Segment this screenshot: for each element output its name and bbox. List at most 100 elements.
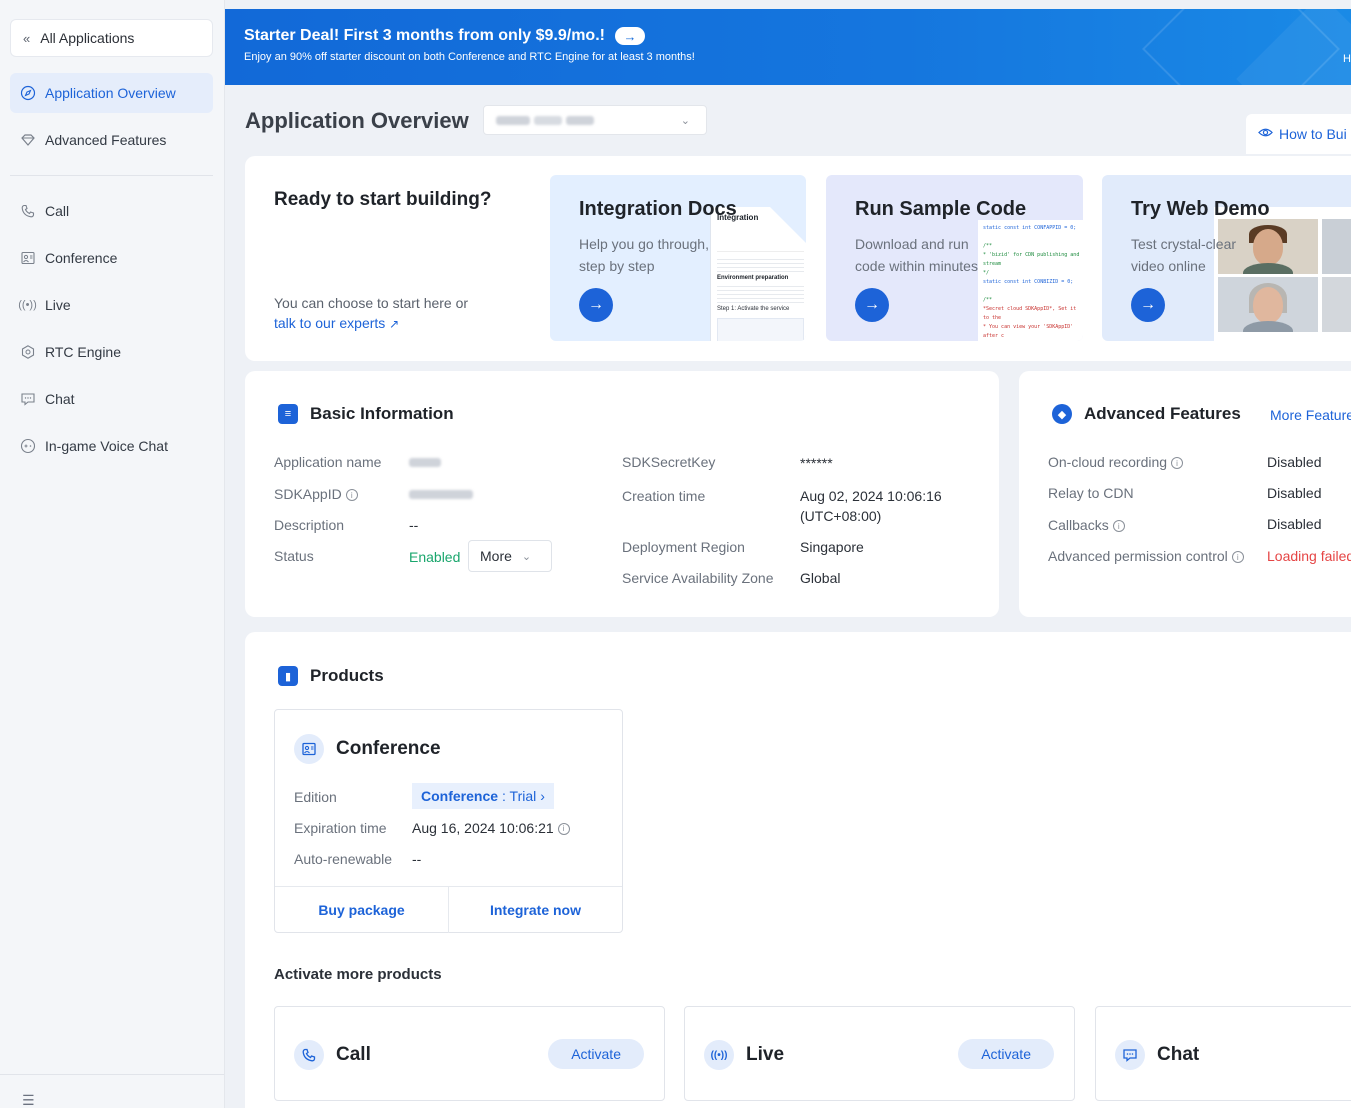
info-icon[interactable]: i	[345, 489, 358, 502]
sidebar-item-advanced-features[interactable]: Advanced Features	[10, 120, 213, 160]
all-applications-button[interactable]: « All Applications	[10, 19, 213, 57]
banner-title-text: Starter Deal! First 3 months from only $…	[244, 27, 605, 44]
info-icon[interactable]: i	[1171, 457, 1184, 470]
try-web-demo-tile[interactable]: Try Web Demo Test crystal-clear video on…	[1102, 175, 1351, 341]
arrow-right-icon[interactable]: →	[579, 288, 613, 322]
chat-icon	[19, 391, 36, 408]
tile-description: Help you go through, step by step	[579, 236, 709, 274]
activate-call-button[interactable]: Activate	[548, 1039, 644, 1069]
advanced-permission-label: Advanced permission control i	[1048, 548, 1244, 564]
product-name: Chat	[1157, 1044, 1200, 1065]
sidebar-item-call[interactable]: Call	[10, 191, 213, 231]
sidebar-item-live[interactable]: ((•)) Live	[10, 285, 213, 325]
doc-preview-subheading: Environment preparation	[717, 275, 789, 281]
sidebar-item-label: Application Overview	[45, 85, 176, 101]
creation-time-label: Creation time	[622, 488, 706, 504]
conference-product-header: Conference	[294, 734, 441, 764]
activate-more-title: Activate more products	[274, 966, 442, 983]
page-fold-decoration	[770, 207, 806, 247]
banner-subtitle: Enjoy an 90% off starter discount on bot…	[244, 51, 695, 63]
creation-time-value: Aug 02, 2024 10:06:16 (UTC+08:00)	[800, 486, 942, 526]
code-line: * You can view your 'SDKAppID' after c	[983, 324, 1074, 339]
more-features-link[interactable]: More Feature	[1270, 407, 1351, 423]
sidebar-item-chat[interactable]: Chat	[10, 379, 213, 419]
promo-banner[interactable]: Starter Deal! First 3 months from only $…	[225, 9, 1351, 85]
tile-title: Try Web Demo	[1131, 198, 1270, 220]
how-to-build-label: How to Bui	[1279, 126, 1347, 142]
edition-tier: : Trial	[502, 788, 537, 804]
status-value: Enabled	[409, 549, 461, 565]
edition-tag[interactable]: Conference : Trial ›	[412, 783, 554, 809]
product-name: Conference	[336, 738, 441, 759]
product-name: Call	[336, 1044, 371, 1065]
sidebar: « All Applications Application Overview …	[0, 0, 225, 1108]
info-icon[interactable]: i	[1112, 520, 1125, 533]
products-header: ▮ Products	[278, 666, 384, 686]
expiration-text: Aug 16, 2024 10:06:21	[412, 820, 554, 836]
arrow-right-icon[interactable]: →	[1131, 288, 1165, 322]
sdksecretkey-label: SDKSecretKey	[622, 454, 716, 470]
sidebar-item-application-overview[interactable]: Application Overview	[10, 73, 213, 113]
info-icon[interactable]: i	[1231, 551, 1244, 564]
callbacks-value: Disabled	[1267, 516, 1322, 532]
auto-renewable-value: --	[412, 851, 422, 867]
creation-time-zone: (UTC+08:00)	[800, 508, 882, 524]
chevron-down-icon: ⌄	[680, 114, 690, 127]
chat-icon	[1115, 1040, 1145, 1070]
arrow-right-icon[interactable]: →	[614, 27, 645, 45]
doc-preview-step: Step 1: Activate the service	[717, 306, 790, 312]
section-title: Basic Information	[310, 404, 454, 423]
sidebar-item-label: Conference	[45, 250, 118, 266]
sidebar-divider	[10, 175, 213, 176]
sidebar-item-label: Call	[45, 203, 70, 219]
status-label: Status	[274, 548, 314, 564]
live-product-card: ((•)) Live Activate	[684, 1006, 1075, 1101]
sidebar-item-in-game-voice-chat[interactable]: In-game Voice Chat	[10, 426, 213, 466]
chat-product-header: Chat	[1115, 1040, 1199, 1070]
run-sample-code-tile[interactable]: static const int CONFAPPID = 0; /** * 'b…	[826, 175, 1083, 341]
chevron-down-icon: ⌄	[521, 550, 532, 563]
products-card: ▮ Products Conference Edition Conference…	[245, 632, 1351, 1108]
info-icon[interactable]: i	[557, 823, 570, 836]
relay-to-cdn-value: Disabled	[1267, 485, 1322, 501]
video-participant	[1322, 219, 1351, 274]
call-product-card: Call Activate	[274, 1006, 665, 1101]
eye-icon	[1258, 125, 1273, 143]
live-product-header: ((•)) Live	[704, 1040, 784, 1070]
live-icon: ((•))	[704, 1040, 734, 1070]
section-title: Products	[310, 666, 384, 685]
on-cloud-recording-value: Disabled	[1267, 454, 1322, 470]
sidebar-item-label: In-game Voice Chat	[45, 438, 168, 454]
sdkappid-label: SDKAppID i	[274, 486, 358, 502]
application-name-label: Application name	[274, 454, 382, 470]
integrate-now-button[interactable]: Integrate now	[448, 887, 622, 933]
collapse-sidebar-icon[interactable]: ☰	[22, 1092, 35, 1108]
arrow-right-icon[interactable]: →	[855, 288, 889, 322]
activate-live-button[interactable]: Activate	[958, 1039, 1054, 1069]
sidebar-item-rtc-engine[interactable]: RTC Engine	[10, 332, 213, 372]
code-line: * 'bizid' for CDN publishing and stream	[983, 252, 1080, 267]
more-dropdown-button[interactable]: More ⌄	[468, 540, 552, 572]
talk-to-experts-link[interactable]: talk to our experts ↗	[274, 313, 468, 334]
feature-label: Callbacks	[1048, 517, 1109, 533]
integration-docs-tile[interactable]: Integration Environment preparation Step…	[550, 175, 806, 341]
advanced-permission-value: Loading failed	[1267, 548, 1351, 564]
application-select[interactable]: ⌄	[483, 105, 707, 135]
call-product-header: Call	[294, 1040, 371, 1070]
auto-renewable-label: Auto-renewable	[294, 851, 393, 867]
getting-started-title: Ready to start building?	[274, 189, 492, 210]
sidebar-item-conference[interactable]: Conference	[10, 238, 213, 278]
how-to-build-button[interactable]: How to Bui	[1246, 114, 1351, 154]
chat-product-card: Chat	[1095, 1006, 1351, 1101]
more-label: More	[480, 548, 512, 564]
document-icon: ≡	[278, 404, 298, 424]
redacted-app-name	[496, 112, 594, 128]
description-label: Description	[274, 517, 345, 533]
tile-description: Download and run code within minutes	[855, 236, 978, 274]
sidebar-bottom-divider	[0, 1074, 224, 1075]
phone-icon	[294, 1040, 324, 1070]
basic-information-header: ≡ Basic Information	[278, 404, 454, 424]
sidebar-item-label: RTC Engine	[45, 344, 122, 360]
buy-package-button[interactable]: Buy package	[275, 887, 448, 933]
phone-icon	[19, 203, 36, 220]
